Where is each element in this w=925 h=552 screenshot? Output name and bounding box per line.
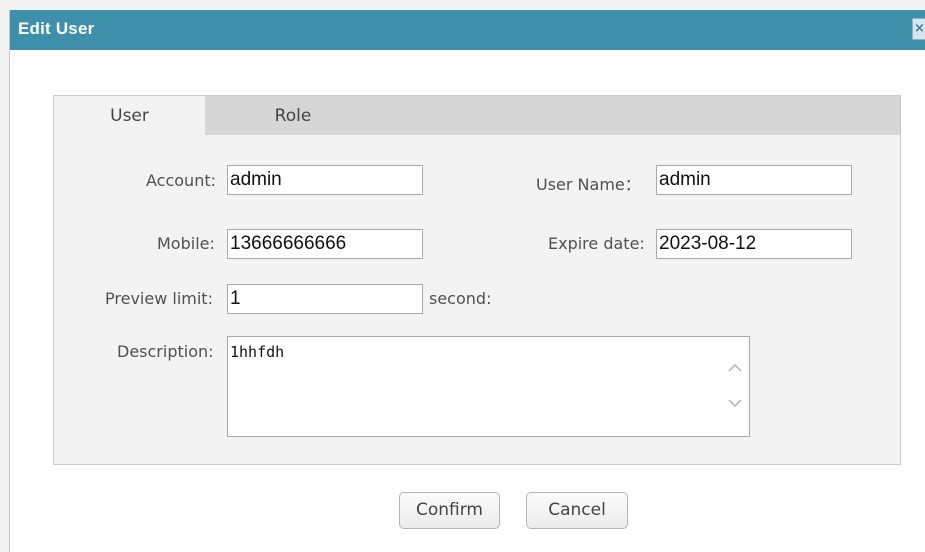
- cancel-button[interactable]: Cancel: [526, 492, 628, 529]
- preview-limit-field[interactable]: 1: [227, 284, 423, 314]
- description-textarea[interactable]: 1hhfdh: [227, 336, 750, 437]
- mobile-label: Mobile:: [157, 234, 215, 253]
- description-label: Description:: [117, 342, 214, 361]
- user-name-field[interactable]: admin: [656, 165, 852, 195]
- tab-user[interactable]: User: [54, 96, 205, 136]
- expire-date-field[interactable]: 2023-08-12: [656, 229, 852, 259]
- preview-limit-label: Preview limit:: [105, 289, 213, 308]
- scroll-down-icon[interactable]: [725, 393, 745, 413]
- account-label: Account:: [146, 171, 216, 190]
- scroll-up-icon[interactable]: [725, 358, 745, 378]
- confirm-button[interactable]: Confirm: [399, 492, 500, 529]
- preview-limit-unit: second:: [429, 289, 492, 308]
- tab-bar: User Role: [54, 96, 900, 136]
- account-field[interactable]: admin: [227, 165, 423, 195]
- close-icon[interactable]: ×: [912, 18, 925, 40]
- description-text: 1hhfdh: [230, 343, 285, 361]
- mobile-field[interactable]: 13666666666: [227, 229, 423, 259]
- dialog-titlebar: Edit User ×: [10, 10, 925, 50]
- expire-date-label: Expire date:: [548, 234, 645, 253]
- user-name-label: User Name：: [536, 175, 641, 194]
- tab-role[interactable]: Role: [205, 96, 381, 136]
- dialog-title: Edit User: [18, 19, 95, 38]
